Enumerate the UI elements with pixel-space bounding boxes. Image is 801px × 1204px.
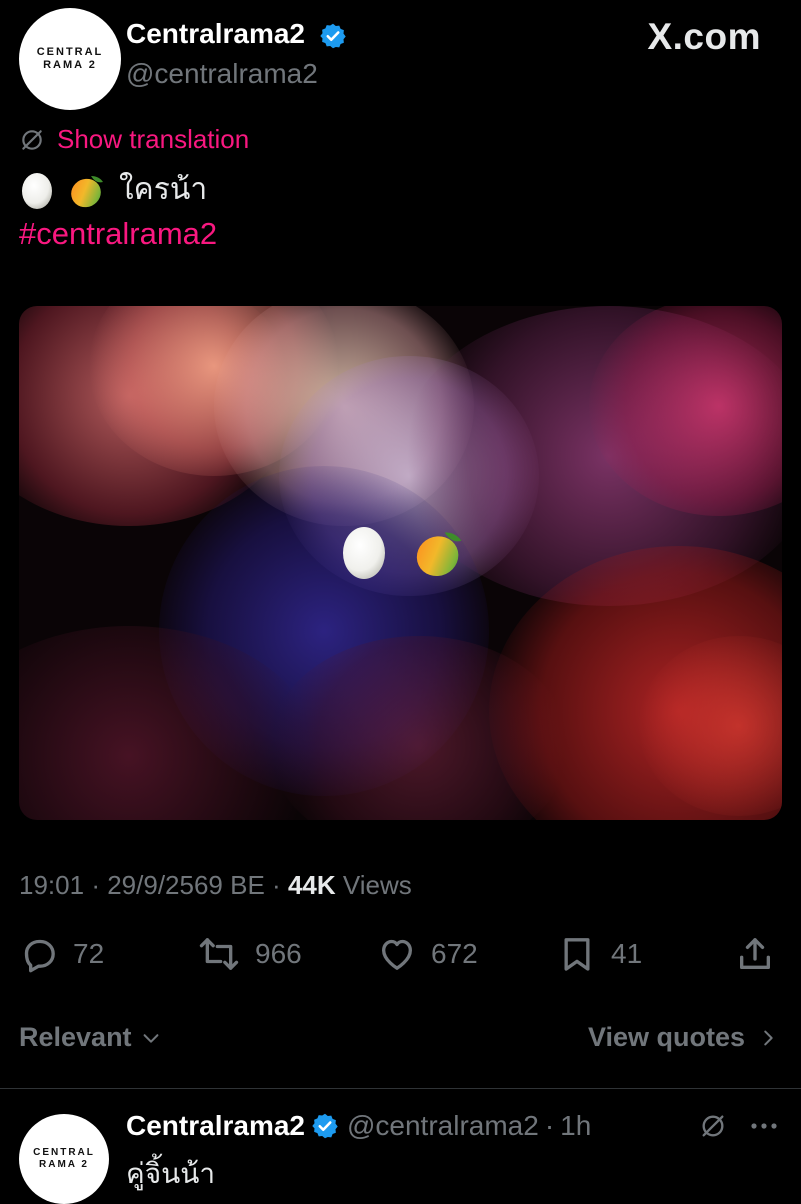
reply-timestamp[interactable]: 1h bbox=[560, 1110, 591, 1142]
author-name-row[interactable]: Centralrama2 bbox=[126, 18, 347, 50]
repost-icon bbox=[199, 938, 239, 970]
author-display-name: Centralrama2 bbox=[126, 18, 305, 49]
tweet-time[interactable]: 19:01 bbox=[19, 870, 84, 900]
reply-author-avatar[interactable]: CENTRAL RAMA 2 bbox=[19, 1114, 109, 1204]
repost-button[interactable]: 966 bbox=[197, 934, 302, 974]
verified-badge-icon bbox=[320, 23, 346, 48]
chevron-right-icon bbox=[764, 1030, 773, 1045]
like-button[interactable]: 672 bbox=[377, 934, 478, 974]
like-count: 672 bbox=[431, 938, 478, 969]
translate-icon bbox=[22, 129, 42, 150]
views-label: Views bbox=[342, 870, 412, 900]
tweet-date[interactable]: 29/9/2569 BE bbox=[107, 870, 265, 900]
view-quotes-label: View quotes bbox=[587, 1022, 745, 1052]
tweet-meta: 19:01 · 29/9/2569 BE · 44K Views bbox=[19, 870, 412, 900]
relevant-label: Relevant bbox=[19, 1022, 132, 1052]
show-translation-label: Show translation bbox=[57, 124, 250, 154]
mango-emoji-icon bbox=[71, 175, 103, 207]
reply-count: 72 bbox=[73, 938, 105, 969]
mango-emoji-icon bbox=[416, 532, 462, 577]
verified-badge-icon bbox=[312, 1113, 338, 1139]
author-avatar[interactable]: CENTRAL RAMA 2 bbox=[19, 8, 121, 110]
repost-count: 966 bbox=[255, 938, 302, 969]
views-count: 44K bbox=[287, 870, 336, 900]
site-logo: X.com bbox=[647, 16, 761, 57]
tweet-text-body: ใครน้า bbox=[119, 173, 208, 206]
tweet-media-image[interactable] bbox=[19, 306, 782, 820]
egg-emoji-icon bbox=[22, 172, 52, 209]
reply-text: คู่จิ้นน้า bbox=[126, 1158, 216, 1189]
bookmark-button[interactable]: 41 bbox=[557, 934, 642, 974]
share-button[interactable] bbox=[735, 934, 775, 974]
avatar-text-line2: RAMA 2 bbox=[43, 59, 97, 71]
reply-header: Centralrama2 @centralrama2 · 1h bbox=[126, 1110, 592, 1142]
relevant-sort-dropdown[interactable]: Relevant bbox=[19, 1022, 162, 1053]
show-translation-link[interactable]: Show translation bbox=[19, 124, 249, 155]
reply-button[interactable]: 72 bbox=[19, 934, 104, 974]
section-divider bbox=[0, 1088, 801, 1089]
author-handle[interactable]: @centralrama2 bbox=[126, 58, 318, 90]
avatar-text-line1: CENTRAL bbox=[33, 1147, 95, 1158]
tweet-text: ใครน้า bbox=[19, 166, 207, 213]
heart-icon bbox=[382, 939, 412, 970]
chevron-down-icon bbox=[143, 1033, 158, 1043]
more-options-icon[interactable] bbox=[749, 1121, 779, 1131]
avatar-text-line2: RAMA 2 bbox=[39, 1159, 89, 1170]
reply-icon bbox=[24, 939, 55, 973]
reply-author-name[interactable]: Centralrama2 bbox=[126, 1110, 305, 1142]
bookmark-icon bbox=[564, 938, 590, 971]
action-bar: 72 966 672 41 bbox=[19, 934, 779, 980]
avatar-text-line1: CENTRAL bbox=[36, 46, 104, 58]
translate-icon[interactable] bbox=[699, 1112, 727, 1140]
view-quotes-link[interactable]: View quotes bbox=[588, 1022, 779, 1053]
share-icon bbox=[740, 938, 770, 969]
media-emoji-pair bbox=[341, 524, 467, 580]
reply-author-handle[interactable]: @centralrama2 bbox=[347, 1110, 539, 1142]
egg-emoji-icon bbox=[343, 527, 385, 579]
reply-toolbar bbox=[699, 1112, 779, 1140]
bookmark-count: 41 bbox=[611, 938, 643, 969]
hashtag-link[interactable]: #centralrama2 bbox=[19, 216, 217, 252]
